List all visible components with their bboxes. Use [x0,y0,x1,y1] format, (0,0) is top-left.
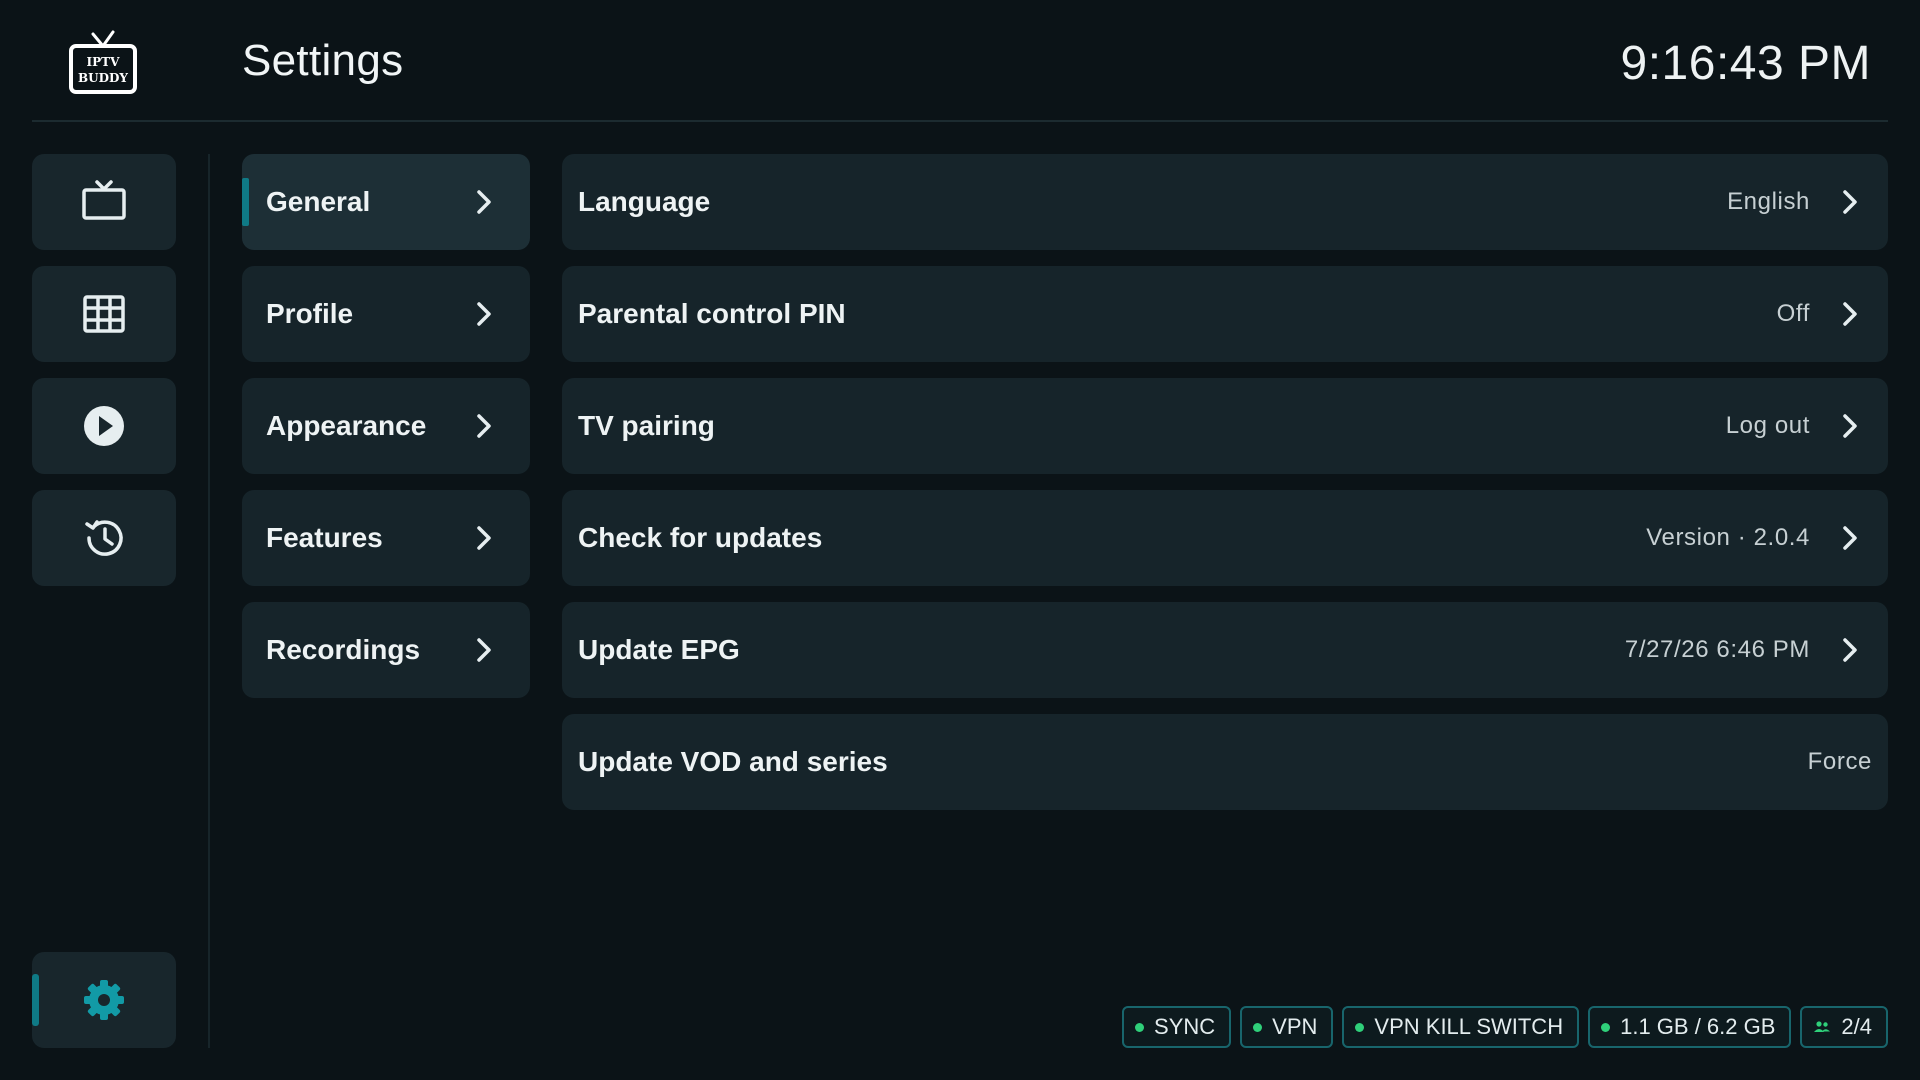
setting-label: Update EPG [578,634,740,665]
chevron-right-icon [1843,302,1857,326]
chevron-right-icon [477,190,491,214]
chevron-right-icon [1843,638,1857,662]
rail-epg-guide-button[interactable] [32,266,176,362]
chevron-right-icon [1843,414,1857,438]
category-general[interactable]: General [242,154,530,250]
users-icon [1814,1021,1831,1032]
app-logo: IPTV BUDDY [69,30,137,94]
category-features[interactable]: Features [242,490,530,586]
status-users-label: 2/4 [1841,1014,1872,1039]
setting-language-row[interactable]: Language English [562,154,1888,250]
status-users-chip: 2/4 [1800,1006,1888,1048]
status-vpn-label: VPN [1272,1014,1318,1039]
history-icon [85,520,123,556]
setting-label: TV pairing [578,410,715,441]
chevron-right-icon [1843,190,1857,214]
chevron-right-icon [477,302,491,326]
play-icon [84,406,124,446]
logo-text-line2: BUDDY [78,71,128,85]
setting-update-epg-row[interactable]: Update EPG 7/27/26 6:46 PM [562,602,1888,698]
clock: 9:16:43 PM [1620,37,1871,90]
category-appearance[interactable]: Appearance [242,378,530,474]
settings-screen: IPTV BUDDY Settings 9:16:43 PM General P… [0,0,1920,1080]
header: IPTV BUDDY Settings 9:16:43 PM [0,0,1920,122]
category-recordings[interactable]: Recordings [242,602,530,698]
setting-value: Version · 2.0.4 [1646,524,1810,551]
status-sync-chip: SYNC [1122,1006,1232,1048]
rail-history-button[interactable] [32,490,176,586]
setting-value: 7/27/26 6:46 PM [1624,636,1810,663]
setting-check-updates-row[interactable]: Check for updates Version · 2.0.4 [562,490,1888,586]
status-dot-icon [1601,1022,1611,1032]
status-vpn-kill-switch-label: VPN KILL SWITCH [1374,1014,1564,1039]
category-label: Recordings [266,634,421,665]
status-storage-label: 1.1 GB / 6.2 GB [1620,1014,1776,1039]
chevron-right-icon [477,414,491,438]
page-title: Settings [242,36,404,85]
setting-label: Update VOD and series [578,746,888,777]
category-label: Profile [266,298,354,329]
setting-value[interactable]: Force [1808,714,1872,810]
setting-update-vod-row[interactable]: Update VOD and series Force [562,714,1888,810]
setting-label: Check for updates [578,522,823,553]
category-profile[interactable]: Profile [242,266,530,362]
rail-divider [208,154,210,1048]
gear-icon [84,980,124,1020]
status-bar: SYNC VPN VPN KILL SWITCH 1.1 GB / 6.2 GB… [1122,1006,1888,1048]
status-dot-icon [1135,1022,1145,1032]
setting-value: Log out [1725,412,1810,439]
tv-icon [82,180,126,220]
chevron-right-icon [1843,526,1857,550]
setting-label: Language [578,186,711,217]
status-dot-icon [1253,1022,1263,1032]
logo-text-line1: IPTV [87,55,121,69]
setting-tv-pairing-row[interactable]: TV pairing Log out [562,378,1888,474]
chevron-right-icon [477,638,491,662]
rail-vod-button[interactable] [32,378,176,474]
header-divider [32,120,1888,122]
setting-parental-pin-row[interactable]: Parental control PIN Off [562,266,1888,362]
status-vpn-chip: VPN [1240,1006,1334,1048]
category-label: General [266,186,371,217]
status-sync-label: SYNC [1154,1014,1216,1039]
category-label: Features [266,522,383,553]
grid-icon [83,295,125,333]
chevron-right-icon [477,526,491,550]
setting-value: English [1727,188,1810,215]
setting-value: Off [1776,300,1810,327]
category-label: Appearance [266,410,427,441]
setting-label: Parental control PIN [578,298,846,329]
status-storage-chip: 1.1 GB / 6.2 GB [1588,1006,1792,1048]
status-vpn-kill-switch-chip: VPN KILL SWITCH [1342,1006,1580,1048]
rail-settings-button[interactable] [32,952,176,1048]
rail-live-tv-button[interactable] [32,154,176,250]
status-dot-icon [1355,1022,1365,1032]
